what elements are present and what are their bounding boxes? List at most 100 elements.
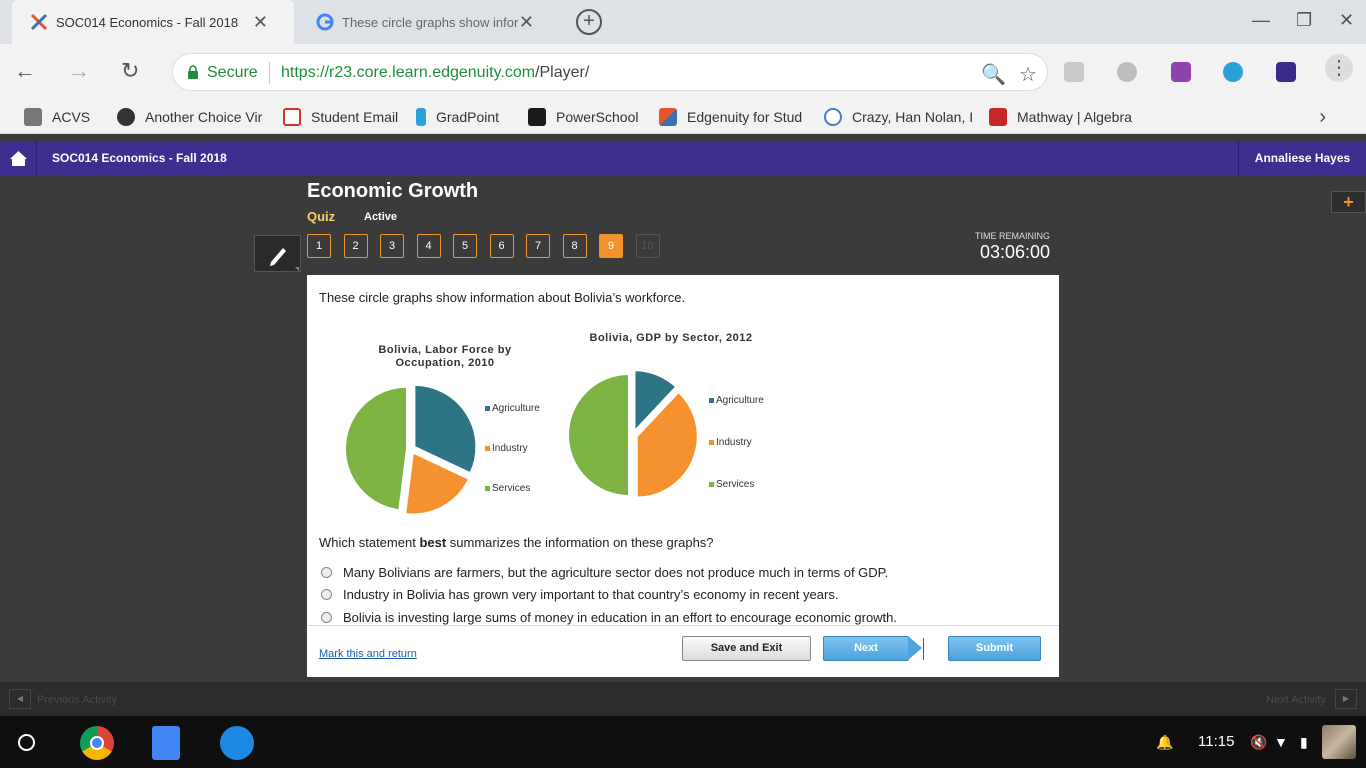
zoom-icon[interactable]: 🔍: [981, 62, 1006, 87]
address-bar[interactable]: Secure https://r23.core.learn.edgenuity.…: [172, 53, 1048, 91]
edgenuity-x-icon: [30, 13, 48, 31]
chrome-menu-icon[interactable]: ⋮: [1325, 54, 1353, 82]
tab-active[interactable]: SOC014 Economics - Fall 2018 ✕: [12, 0, 294, 44]
bookmark-label: Crazy, Han Nolan, I: [852, 109, 974, 125]
restore-icon[interactable]: ❐: [1296, 10, 1312, 31]
notification-bell-icon[interactable]: 🔔: [1156, 734, 1173, 751]
question-number-button[interactable]: 2: [343, 234, 368, 258]
save-and-exit-button[interactable]: Save and Exit: [682, 636, 811, 661]
radio-button[interactable]: [321, 567, 332, 578]
question-prompt: Which statement best summarizes the info…: [319, 535, 714, 550]
bookmark-star-icon[interactable]: ☆: [1019, 62, 1037, 87]
bookmark-label: Student Email: [311, 109, 399, 125]
bookmark-gradpoint[interactable]: GradPoint: [416, 108, 499, 126]
wifi-icon[interactable]: ▼: [1274, 734, 1288, 750]
legend-swatch: [485, 406, 490, 411]
legend-swatch: [709, 440, 714, 445]
system-clock[interactable]: 11:15: [1198, 733, 1234, 750]
reload-icon[interactable]: ↻: [121, 58, 139, 84]
lesson-title: Economic Growth: [307, 180, 479, 202]
legend-swatch: [709, 482, 714, 487]
bookmark-powerschool[interactable]: PowerSchool: [528, 108, 639, 126]
question-number-button-current[interactable]: 9: [599, 234, 623, 258]
answer-option[interactable]: Many Bolivians are farmers, but the agri…: [321, 565, 888, 580]
close-tab-icon[interactable]: ✕: [253, 12, 268, 33]
radio-button[interactable]: [321, 612, 332, 623]
chrome-app-icon[interactable]: [80, 726, 114, 760]
mute-icon[interactable]: 🔇: [1250, 734, 1267, 751]
next-button[interactable]: Next: [823, 636, 909, 661]
pencil-tool-button[interactable]: [254, 235, 301, 272]
back-icon[interactable]: ←: [14, 58, 36, 84]
answer-option-text: Industry in Bolivia has grown very impor…: [343, 587, 839, 602]
files-app-icon[interactable]: [220, 726, 254, 760]
bookmark-label: PowerSchool: [556, 109, 639, 125]
answer-option[interactable]: Industry in Bolivia has grown very impor…: [321, 587, 838, 602]
legend-label: Services: [492, 483, 530, 494]
read-write-extension-icon[interactable]: [1171, 62, 1191, 82]
battery-icon[interactable]: ▮: [1300, 734, 1308, 751]
mathway-icon: [989, 108, 1007, 126]
chevron-right-icon[interactable]: ›: [1319, 106, 1326, 129]
gmail-icon: [283, 108, 301, 126]
edgenuity-icon: [659, 108, 677, 126]
bookmark-label: Edgenuity for Stud: [687, 109, 803, 125]
tab-title: SOC014 Economics - Fall 2018: [56, 14, 239, 30]
question-number-button[interactable]: 4: [416, 234, 441, 258]
home-button[interactable]: [0, 141, 37, 176]
minimize-icon[interactable]: —: [1252, 10, 1270, 31]
button-divider: [923, 638, 924, 660]
previous-activity-button[interactable]: ◀: [9, 689, 31, 709]
timer-value: 03:06:00: [980, 242, 1051, 262]
launcher-icon[interactable]: [18, 734, 35, 751]
bookmark-edgenuity[interactable]: Edgenuity for Stud: [659, 108, 802, 126]
gradpoint-icon: [416, 108, 426, 126]
tab-title: These circle graphs show infor: [342, 14, 519, 30]
activity-nav-bar: ◀ Previous Activity Next Activity ▶: [0, 682, 1366, 716]
extension-icon[interactable]: [1117, 62, 1137, 82]
bookmark-crazy[interactable]: Crazy, Han Nolan, I: [824, 108, 973, 126]
browser-tab-strip: SOC014 Economics - Fall 2018 ✕ These cir…: [0, 0, 1366, 44]
user-avatar[interactable]: [1322, 725, 1356, 759]
close-tab-icon[interactable]: ✕: [519, 12, 534, 33]
legend-label: Services: [716, 479, 754, 490]
course-header: SOC014 Economics - Fall 2018 Annaliese H…: [0, 141, 1366, 176]
radio-button[interactable]: [321, 589, 332, 600]
url-text: https://r23.core.learn.edgenuity.com/Pla…: [281, 64, 590, 81]
close-window-icon[interactable]: ✕: [1339, 10, 1354, 31]
answer-option-text: Many Bolivians are farmers, but the agri…: [343, 565, 889, 580]
activity-type: Quiz: [307, 209, 336, 224]
question-number-button[interactable]: 3: [380, 234, 404, 258]
pie-slice-services: [344, 385, 409, 512]
bookmark-label: Mathway | Algebra: [1017, 109, 1132, 125]
activity-content: Economic Growth Quiz Active 1 2 3 4 5 6 …: [0, 176, 1366, 682]
home-icon: [10, 151, 27, 166]
bookmark-another-choice[interactable]: Another Choice Vir: [117, 108, 262, 126]
new-tab-button[interactable]: +: [576, 9, 602, 35]
bookmark-student-email[interactable]: Student Email: [283, 108, 398, 126]
question-navigation: 1 2 3 4 5 6 7 8 9 10: [307, 234, 672, 258]
forward-icon[interactable]: →: [68, 58, 90, 84]
question-number-button[interactable]: 5: [453, 234, 477, 258]
docs-app-icon[interactable]: [152, 726, 180, 760]
next-activity-button[interactable]: ▶: [1335, 689, 1357, 709]
question-number-button[interactable]: 6: [489, 234, 514, 258]
extension-icon[interactable]: [1223, 62, 1243, 82]
answer-option[interactable]: Bolivia is investing large sums of money…: [321, 610, 897, 625]
legend-swatch: [485, 486, 490, 491]
submit-button[interactable]: Submit: [948, 636, 1041, 661]
question-number-button[interactable]: 8: [562, 234, 587, 258]
user-name[interactable]: Annaliese Hayes: [1238, 141, 1366, 176]
plus-tools-button[interactable]: +: [1331, 191, 1366, 213]
extension-icon[interactable]: [1276, 62, 1296, 82]
tab-inactive[interactable]: These circle graphs show infor ✕: [298, 0, 560, 44]
extension-icon[interactable]: [1064, 62, 1084, 82]
chart-title: Bolivia, GDP by Sector, 2012: [590, 332, 753, 344]
bookmark-acvs[interactable]: ACVS: [24, 108, 90, 126]
mark-and-return-link[interactable]: Mark this and return: [319, 648, 417, 660]
bookmark-mathway[interactable]: Mathway | Algebra: [989, 108, 1132, 126]
folder-icon: [24, 108, 42, 126]
lock-icon: [188, 65, 198, 79]
question-number-button[interactable]: 7: [526, 234, 550, 258]
question-number-button[interactable]: 1: [307, 234, 331, 258]
